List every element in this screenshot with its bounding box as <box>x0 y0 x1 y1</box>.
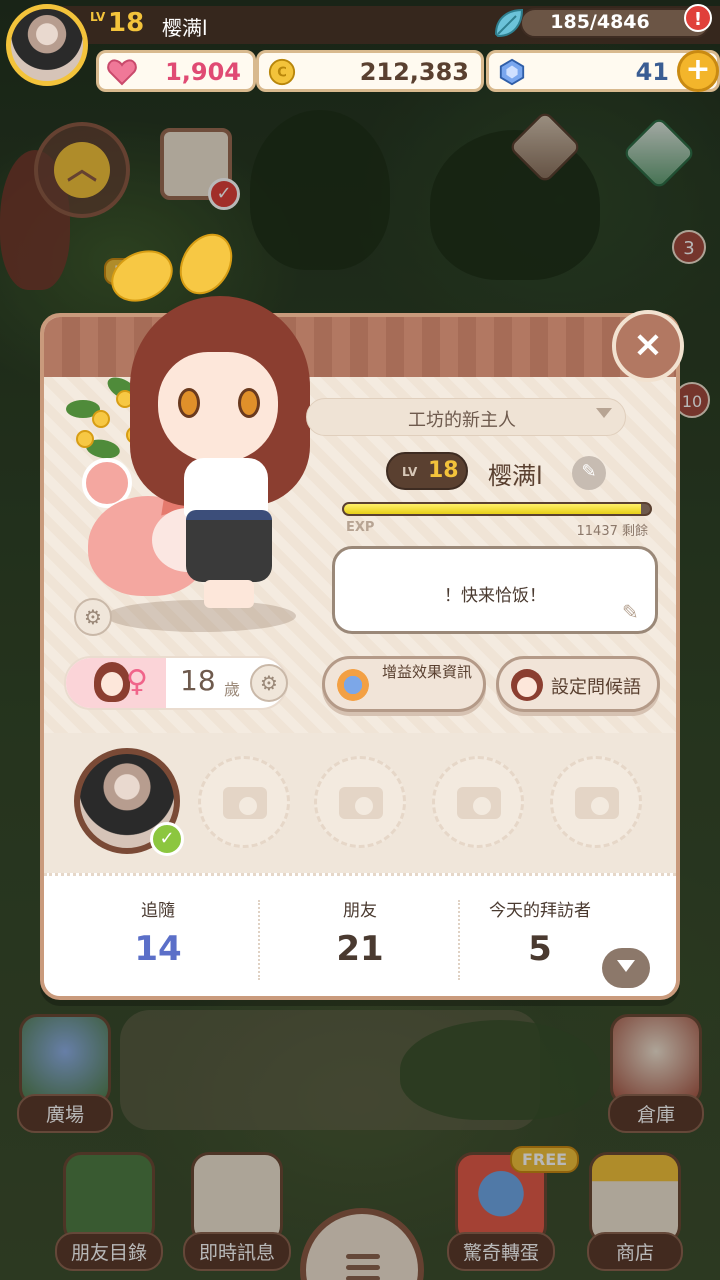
profile-name: 樱满l <box>488 462 543 490</box>
female-sign-icon: ♀ <box>126 664 148 699</box>
dropdown-arrow-icon <box>596 408 612 418</box>
coins-value: 212,383 <box>359 58 469 86</box>
player-name: 樱满l <box>162 16 208 40</box>
heart-icon <box>107 59 137 86</box>
greeting-text: ！快来恰饭！ <box>444 586 546 606</box>
legs <box>204 580 254 608</box>
player-avatar[interactable] <box>6 4 88 86</box>
edit-name-pencil-icon[interactable]: ✎ <box>572 456 606 490</box>
empty-photo-slot[interactable] <box>550 756 642 848</box>
profile-level: 18 <box>428 458 459 483</box>
hearts-value: 1,904 <box>165 58 241 86</box>
friends-value: 21 <box>336 929 384 969</box>
gems-counter: 41 + <box>486 50 720 92</box>
stats-footer: 追隨 14 朋友 21 今天的拜訪者 5 <box>44 873 676 996</box>
top-hud: LV 18 樱满l 185/4846 ! 1,904 C 212,383 41 … <box>0 0 720 96</box>
buff-boost-icon <box>337 669 369 701</box>
coins-counter: C 212,383 <box>256 50 484 92</box>
pet-settings-gear-icon[interactable]: ⚙ <box>74 598 112 636</box>
followers-label: 追隨 <box>141 901 175 921</box>
empty-photo-slot[interactable] <box>314 756 406 848</box>
empty-photo-slot[interactable] <box>198 756 290 848</box>
girl-avatar-icon <box>94 662 130 702</box>
set-greeting-label: 設定問候語 <box>551 677 641 698</box>
gem-icon <box>499 58 525 86</box>
svg-text:C: C <box>277 66 287 81</box>
visitors-label: 今天的拜訪者 <box>489 901 591 921</box>
character-greeting-icon <box>511 669 543 701</box>
title-dropdown[interactable]: 工坊的新主人 <box>306 398 626 436</box>
age-value: 18 <box>180 664 216 697</box>
buff-info-label: 增益效果資訊 <box>381 663 472 681</box>
eye <box>178 388 200 418</box>
followers-stat[interactable]: 追隨 14 <box>58 896 258 969</box>
character-face <box>158 352 278 462</box>
buff-info-button[interactable]: 增益效果資訊 <box>322 656 486 712</box>
exp-remaining: 11437 剩餘 <box>576 524 649 539</box>
eye <box>238 388 260 418</box>
gems-value: 41 <box>635 58 669 86</box>
friends-stat[interactable]: 朋友 21 <box>260 896 460 969</box>
exp-progress-bar <box>342 502 652 516</box>
empty-photo-slot[interactable] <box>432 756 524 848</box>
alert-icon[interactable]: ! <box>684 4 712 32</box>
player-level: 18 <box>108 8 145 38</box>
friends-label: 朋友 <box>343 901 377 921</box>
profile-level-pill: LV 18 <box>386 452 468 490</box>
hearts-counter: 1,904 <box>96 50 256 92</box>
camera-add-icon <box>339 787 383 819</box>
age-unit: 歲 <box>224 680 241 699</box>
greeting-bubble[interactable]: ！快来恰饭！ <box>332 546 658 634</box>
set-greeting-button[interactable]: 設定問候語 <box>496 656 660 712</box>
exp-progress-fill <box>344 504 641 514</box>
camera-add-icon <box>457 787 501 819</box>
close-button[interactable]: × <box>612 310 684 382</box>
title-text: 工坊的新主人 <box>408 410 516 431</box>
level-label: LV <box>402 465 418 479</box>
shadow <box>106 600 296 632</box>
edit-greeting-pencil-icon[interactable]: ✎ <box>622 600 639 624</box>
age-settings-gear-icon[interactable]: ⚙ <box>250 664 288 702</box>
camera-add-icon <box>223 787 267 819</box>
buy-gems-button[interactable]: + <box>677 50 719 92</box>
gold-coin-icon: C <box>268 58 296 86</box>
white-blouse <box>184 458 268 518</box>
level-label: LV <box>90 10 106 24</box>
black-skirt <box>186 510 272 582</box>
camera-add-icon <box>575 787 619 819</box>
visitors-dropdown-button[interactable] <box>602 948 650 988</box>
character-portrait <box>56 240 326 640</box>
followers-value: 14 <box>134 929 182 969</box>
exp-label: EXP <box>346 520 375 535</box>
energy-value: 185/4846 <box>550 11 650 33</box>
hair-bow <box>110 240 230 310</box>
selected-check-icon: ✓ <box>150 822 184 856</box>
